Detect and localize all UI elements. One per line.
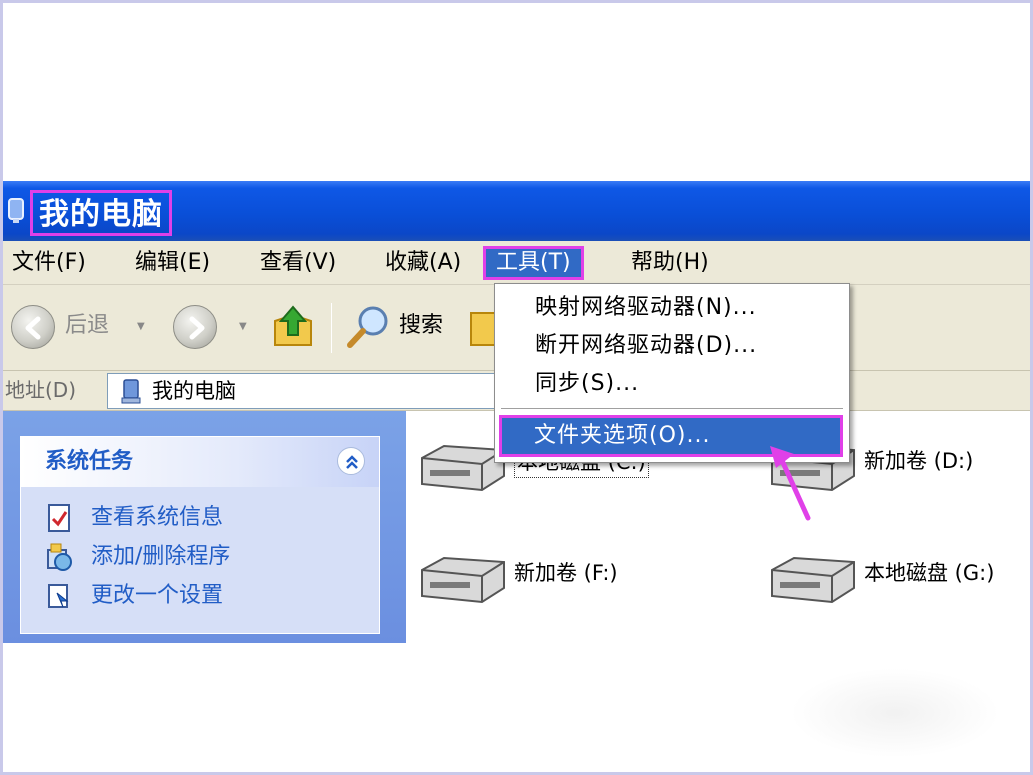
task-label: 添加/删除程序 xyxy=(91,544,231,569)
back-dropdown-icon[interactable]: ▼ xyxy=(137,321,145,332)
system-tasks-header[interactable]: 系统任务 xyxy=(21,437,379,487)
annotation-arrow-icon xyxy=(770,446,811,521)
toolbar-separator xyxy=(331,303,332,353)
search-label[interactable]: 搜索 xyxy=(399,311,443,341)
double-chevron-up-icon xyxy=(346,455,358,469)
forward-button[interactable] xyxy=(173,305,217,349)
drive-item-f[interactable]: 新加卷 (F:) xyxy=(414,552,714,608)
address-input[interactable]: 我的电脑 xyxy=(107,373,507,409)
drive-item-g[interactable]: 本地磁盘 (G:) xyxy=(764,552,1026,608)
window-title: 我的电脑 xyxy=(30,190,172,236)
task-label: 更改一个设置 xyxy=(91,583,224,608)
up-folder-icon[interactable] xyxy=(271,301,317,351)
menu-bar: 文件(F) 编辑(E) 查看(V) 收藏(A) 工具(T) 帮助(H) xyxy=(3,241,1030,285)
menu-tools[interactable]: 工具(T) xyxy=(483,246,584,280)
drive-label: 本地磁盘 (G:) xyxy=(864,561,995,585)
watermark xyxy=(790,668,1000,758)
add-remove-programs-icon xyxy=(47,543,72,571)
system-tasks-title: 系统任务 xyxy=(45,449,134,474)
menu-folder-options-label: 文件夹选项(O)... xyxy=(534,423,711,448)
menu-synchronize[interactable]: 同步(S)... xyxy=(535,368,639,400)
menu-disconnect-network-drive[interactable]: 断开网络驱动器(D)... xyxy=(535,330,757,362)
my-computer-icon xyxy=(8,198,24,223)
control-panel-icon xyxy=(48,584,69,608)
search-icon[interactable] xyxy=(345,303,393,351)
system-tasks-panel: 系统任务 查看系统信息 添加/删除程序 更改一个设置 xyxy=(20,436,380,634)
task-label: 查看系统信息 xyxy=(91,505,224,530)
menu-separator xyxy=(501,408,843,409)
menu-file[interactable]: 文件(F) xyxy=(12,246,86,280)
menu-help[interactable]: 帮助(H) xyxy=(631,246,709,280)
hard-drive-icon xyxy=(421,556,505,604)
menu-favorites[interactable]: 收藏(A) xyxy=(385,246,461,280)
menu-view[interactable]: 查看(V) xyxy=(260,246,336,280)
menu-edit[interactable]: 编辑(E) xyxy=(135,246,210,280)
drive-label: 新加卷 (D:) xyxy=(864,449,974,473)
tools-menu: 映射网络驱动器(N)... 断开网络驱动器(D)... 同步(S)... 文件夹… xyxy=(494,283,850,463)
address-value: 我的电脑 xyxy=(152,379,236,403)
back-arrow-icon xyxy=(25,316,41,340)
forward-dropdown-icon[interactable]: ▼ xyxy=(239,321,247,332)
system-info-icon xyxy=(48,504,70,532)
forward-arrow-icon xyxy=(189,316,205,340)
address-label: 地址(D) xyxy=(5,378,77,402)
back-button[interactable] xyxy=(11,305,55,349)
my-computer-icon xyxy=(121,379,141,404)
back-label: 后退 xyxy=(65,313,110,338)
hard-drive-icon xyxy=(771,556,855,604)
menu-map-network-drive[interactable]: 映射网络驱动器(N)... xyxy=(535,292,757,324)
drive-label: 新加卷 (F:) xyxy=(514,561,618,585)
collapse-button[interactable] xyxy=(337,447,365,475)
